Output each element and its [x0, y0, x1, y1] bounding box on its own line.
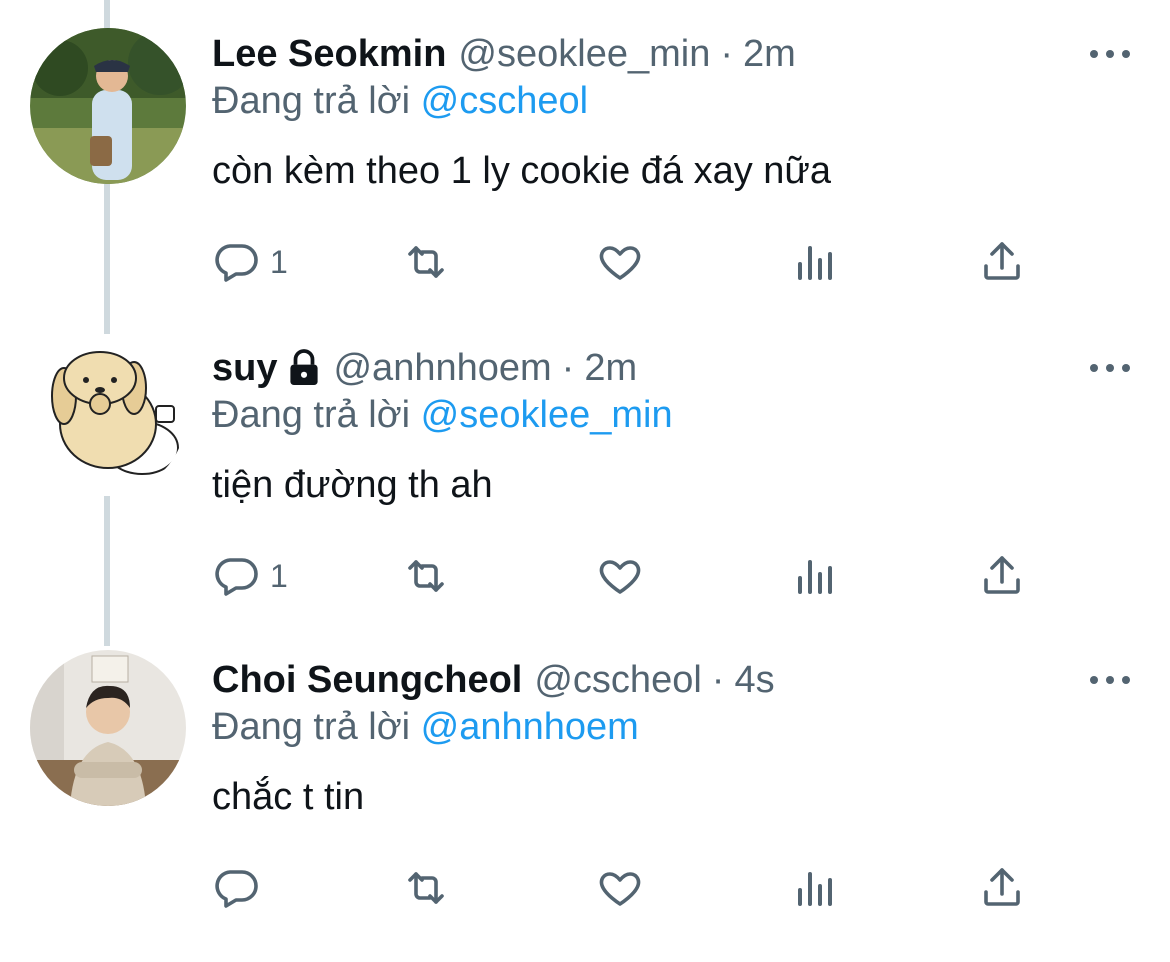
- reply-mention[interactable]: @cscheol: [421, 80, 588, 122]
- share-button[interactable]: [978, 548, 1026, 604]
- action-bar: [212, 860, 1052, 916]
- like-icon: [596, 552, 644, 600]
- share-button[interactable]: [978, 234, 1026, 290]
- share-icon: [978, 552, 1026, 600]
- timestamp[interactable]: 4s: [734, 659, 774, 702]
- reply-prefix: Đang trả lời: [212, 706, 411, 748]
- like-icon: [596, 864, 644, 912]
- retweet-icon: [402, 552, 450, 600]
- replying-to: Đang trả lời @cscheol: [212, 80, 588, 123]
- tweet[interactable]: Choi Seungcheol @cscheol · 4s Đang trả l…: [0, 650, 1170, 962]
- tweet[interactable]: suy @anhnhoem · 2m Đang trả lời @seoklee…: [0, 338, 1170, 650]
- reply-icon: [212, 238, 260, 286]
- reply-button[interactable]: 1: [212, 548, 288, 604]
- like-icon: [596, 238, 644, 286]
- like-button[interactable]: [596, 548, 644, 604]
- retweet-icon: [402, 238, 450, 286]
- analytics-icon: [790, 552, 838, 600]
- display-name[interactable]: suy: [212, 347, 277, 390]
- retweet-button[interactable]: [402, 234, 450, 290]
- analytics-button[interactable]: [790, 234, 838, 290]
- action-bar: 1: [212, 234, 1052, 290]
- reply-prefix: Đang trả lời: [212, 394, 411, 436]
- analytics-button[interactable]: [790, 548, 838, 604]
- reply-button[interactable]: [212, 860, 270, 916]
- like-button[interactable]: [596, 860, 644, 916]
- separator: ·: [711, 658, 725, 701]
- display-name[interactable]: Choi Seungcheol: [212, 659, 522, 702]
- handle[interactable]: @cscheol: [534, 659, 701, 702]
- handle[interactable]: @seoklee_min: [458, 33, 710, 76]
- tweet[interactable]: Lee Seokmin @seoklee_min · 2m Đang trả l…: [0, 24, 1170, 336]
- reply-mention[interactable]: @seoklee_min: [421, 394, 673, 436]
- reply-icon: [212, 552, 260, 600]
- analytics-icon: [790, 864, 838, 912]
- reply-count: 1: [270, 557, 288, 594]
- more-icon[interactable]: [1090, 44, 1130, 64]
- reply-icon: [212, 864, 260, 912]
- separator: ·: [561, 346, 575, 389]
- tweet-text: tiện đường th ah: [212, 464, 493, 506]
- tweet-text: chắc t tin: [212, 776, 365, 818]
- analytics-button[interactable]: [790, 860, 838, 916]
- reply-prefix: Đang trả lời: [212, 80, 411, 122]
- tweet-text: còn kèm theo 1 ly cookie đá xay nữa: [212, 150, 832, 192]
- more-icon[interactable]: [1090, 358, 1130, 378]
- replying-to: Đang trả lời @anhnhoem: [212, 706, 639, 749]
- separator: ·: [720, 32, 733, 75]
- retweet-button[interactable]: [402, 860, 450, 916]
- avatar[interactable]: [30, 28, 186, 184]
- avatar[interactable]: [30, 650, 186, 806]
- action-bar: 1: [212, 548, 1052, 604]
- share-icon: [978, 238, 1026, 286]
- retweet-icon: [402, 864, 450, 912]
- display-name[interactable]: Lee Seokmin: [212, 33, 446, 76]
- share-icon: [978, 864, 1026, 912]
- reply-count: 1: [270, 243, 288, 280]
- timestamp[interactable]: 2m: [743, 33, 796, 76]
- like-button[interactable]: [596, 234, 644, 290]
- more-icon[interactable]: [1090, 670, 1130, 690]
- timestamp[interactable]: 2m: [584, 347, 637, 390]
- share-button[interactable]: [978, 860, 1026, 916]
- handle[interactable]: @anhnhoem: [333, 347, 551, 390]
- lock-icon: [287, 349, 321, 387]
- reply-mention[interactable]: @anhnhoem: [421, 706, 639, 748]
- reply-button[interactable]: 1: [212, 234, 288, 290]
- avatar[interactable]: [30, 338, 186, 494]
- replying-to: Đang trả lời @seoklee_min: [212, 394, 673, 437]
- analytics-icon: [790, 238, 838, 286]
- retweet-button[interactable]: [402, 548, 450, 604]
